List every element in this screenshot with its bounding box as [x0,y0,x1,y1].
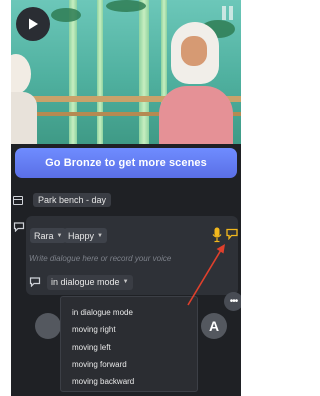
dialogue-mode-label: in dialogue mode [51,277,120,287]
foliage [51,8,81,22]
emotion-select-label: Happy [68,230,95,241]
mode-row: in dialogue mode ▼ [29,274,133,290]
character-select-label: Rara [34,230,54,241]
emotion-select[interactable]: Happy ▼ [64,228,107,243]
character-left-body [11,92,37,144]
scene-name-chip[interactable]: Park bench - day [33,193,112,207]
menu-item-moving-forward[interactable]: moving forward [61,356,197,373]
mode-dropdown-menu: in dialogue mode moving right moving lef… [60,296,198,392]
character-face [181,36,207,66]
scene-row: Park bench - day [11,191,241,209]
video-preview[interactable] [11,0,241,144]
menu-item-moving-backward[interactable]: moving backward [61,373,197,390]
character-select[interactable]: Rara ▼ [30,228,67,243]
play-icon [29,18,38,30]
app-window: Go Bronze to get more scenes Park bench … [11,0,241,396]
menu-item-moving-left[interactable]: moving left [61,339,197,356]
more-options-button[interactable]: ••• [224,292,241,311]
speech-bubble-icon [13,222,25,232]
speech-bubble-icon [29,277,41,287]
scene-icon [13,195,23,205]
pause-icon[interactable] [221,6,235,20]
a-button[interactable]: A [201,313,227,339]
dialogue-input[interactable] [29,252,234,265]
go-bronze-button[interactable]: Go Bronze to get more scenes [15,148,237,178]
microphone-icon[interactable] [212,227,222,243]
tree-trunk [139,0,149,144]
foliage [106,0,146,12]
tree-trunk [97,0,103,144]
bottom-action-button[interactable] [35,313,61,339]
character-left [11,54,31,94]
character-body [159,86,233,144]
chevron-down-icon: ▼ [97,232,103,239]
menu-item-in-dialogue-mode[interactable]: in dialogue mode [61,304,197,321]
menu-item-moving-right[interactable]: moving right [61,321,197,338]
chevron-down-icon: ▼ [122,279,129,285]
chevron-down-icon: ▼ [56,232,63,239]
play-button[interactable] [16,7,50,41]
dialogue-panel: Rara ▼ Happy ▼ in dialogue mode ▼ [26,216,238,295]
dialogue-bubble-icon[interactable] [226,228,238,240]
dialogue-mode-select[interactable]: in dialogue mode ▼ [47,274,133,290]
